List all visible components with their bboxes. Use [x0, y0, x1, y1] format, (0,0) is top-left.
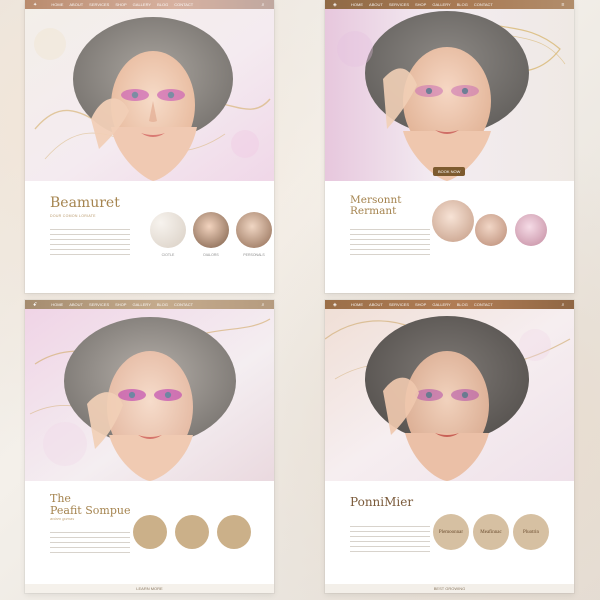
nav-gallery[interactable]: GALLERY: [432, 302, 450, 307]
nav-home[interactable]: HOME: [351, 2, 363, 7]
content-section: Mersonnt Rermant: [325, 181, 574, 293]
nav-shop[interactable]: SHOP: [115, 2, 126, 7]
footer-bar: LEARN MORE: [25, 584, 274, 593]
brand-logo[interactable]: ✦: [33, 2, 37, 8]
text-lines: [350, 522, 430, 556]
nav-about[interactable]: ABOUT: [369, 302, 383, 307]
nav-about[interactable]: ABOUT: [69, 2, 83, 7]
nav-home[interactable]: HOME: [51, 302, 63, 307]
nav-services[interactable]: SERVICES: [389, 302, 409, 307]
service-circle-2[interactable]: [175, 515, 209, 549]
nav-about[interactable]: ABOUT: [69, 302, 83, 307]
feature-circle-2-label: Meafinnac: [480, 529, 502, 535]
nav-home[interactable]: HOME: [351, 302, 363, 307]
text-lines: [350, 225, 430, 259]
nav-home[interactable]: HOME: [51, 2, 63, 7]
top-nav-bar: ꗃ HOME ABOUT SERVICES SHOP GALLERY BLOG …: [25, 300, 274, 309]
nav-gallery[interactable]: GALLERY: [132, 302, 150, 307]
nav-gallery[interactable]: GALLERY: [133, 2, 151, 7]
best-growing-link[interactable]: BEST GROWING: [434, 586, 465, 591]
top-nav-bar: ◈ HOME ABOUT SERVICES SHOP GALLERY BLOG …: [325, 300, 574, 309]
learn-more-link[interactable]: LEARN MORE: [136, 586, 162, 591]
nav-services[interactable]: SERVICES: [89, 2, 109, 7]
brand-logo[interactable]: ꗃ: [33, 302, 37, 308]
content-section: Beamuret DOUR COMON LORIATE CIOTLE DIALO…: [25, 181, 274, 293]
top-nav-bar: ◈ HOME ABOUT SERVICES SHOP GALLERY BLOG …: [325, 0, 574, 9]
hero-image: [325, 309, 574, 481]
product-circle-3[interactable]: [236, 212, 272, 248]
webpage-panel-3: ꗃ HOME ABOUT SERVICES SHOP GALLERY BLOG …: [25, 300, 274, 593]
page-title: PonniMier: [350, 495, 414, 509]
webpage-panel-2: ◈ HOME ABOUT SERVICES SHOP GALLERY BLOG …: [325, 0, 574, 293]
nav-gallery[interactable]: GALLERY: [432, 2, 450, 7]
feature-circle-3-label: Pluotrin: [522, 529, 540, 535]
menu-icon[interactable]: ≡: [560, 2, 566, 8]
feature-circle-1[interactable]: Plemoonnar: [433, 514, 469, 550]
brand-logo[interactable]: ◈: [333, 2, 337, 8]
nav-services[interactable]: SERVICES: [89, 302, 109, 307]
circle-caption-3: PERSONALS: [243, 253, 265, 257]
nav-contact[interactable]: CONTACT: [474, 2, 493, 7]
feature-circle-2[interactable]: Meafinnac: [473, 514, 509, 550]
page-title: The Peafit Sompue: [50, 492, 131, 517]
webpage-panel-1: ✦ HOME ABOUT SERVICES SHOP GALLERY BLOG …: [25, 0, 274, 293]
nav-blog[interactable]: BLOG: [457, 2, 468, 7]
hero-image: [25, 9, 274, 181]
model-circle-2[interactable]: [475, 214, 507, 246]
nav-services[interactable]: SERVICES: [389, 2, 409, 7]
service-circle-1[interactable]: [133, 515, 167, 549]
text-lines: [50, 225, 130, 259]
circle-caption-1: CIOTLE: [161, 253, 175, 257]
model-circle-3[interactable]: [515, 214, 547, 246]
nav-contact[interactable]: CONTACT: [174, 302, 193, 307]
nav-blog[interactable]: BLOG: [157, 302, 168, 307]
search-icon[interactable]: ⌕: [260, 2, 266, 8]
feature-circle-3[interactable]: Pluotrin: [513, 514, 549, 550]
webpage-panel-4: ◈ HOME ABOUT SERVICES SHOP GALLERY BLOG …: [325, 300, 574, 593]
nav-contact[interactable]: CONTACT: [474, 302, 493, 307]
content-section: PonniMier Plemoonnar Meafinnac Pluotrin …: [325, 481, 574, 593]
brand-logo[interactable]: ◈: [333, 302, 337, 308]
model-circle-1[interactable]: [432, 200, 474, 242]
page-subtitle: aniaro gumas: [50, 516, 75, 521]
text-lines: [50, 528, 130, 557]
hero-image: [25, 309, 274, 481]
nav-shop[interactable]: SHOP: [115, 302, 126, 307]
nav-shop[interactable]: SHOP: [415, 2, 426, 7]
page-title: Beamuret: [50, 195, 120, 211]
search-icon[interactable]: ⌕: [560, 302, 566, 308]
nav-blog[interactable]: BLOG: [457, 302, 468, 307]
feature-circle-1-label: Plemoonnar: [438, 529, 464, 535]
product-circle-2[interactable]: [193, 212, 229, 248]
nav-about[interactable]: ABOUT: [369, 2, 383, 7]
service-circle-3[interactable]: [217, 515, 251, 549]
book-now-button[interactable]: BOOK NOW: [433, 167, 466, 176]
page-subtitle: DOUR COMON LORIATE: [50, 214, 96, 218]
product-circle-1[interactable]: [150, 212, 186, 248]
page-title: Mersonnt Rermant: [350, 194, 402, 218]
hero-image: BOOK NOW: [325, 9, 574, 181]
nav-blog[interactable]: BLOG: [157, 2, 168, 7]
nav-shop[interactable]: SHOP: [415, 302, 426, 307]
content-section: The Peafit Sompue aniaro gumas LEARN MOR…: [25, 481, 274, 593]
nav-contact[interactable]: CONTACT: [174, 2, 193, 7]
search-icon[interactable]: ⌕: [260, 302, 266, 308]
circle-caption-2: DIALORS: [203, 253, 219, 257]
footer-bar: BEST GROWING: [325, 584, 574, 593]
top-nav-bar: ✦ HOME ABOUT SERVICES SHOP GALLERY BLOG …: [25, 0, 274, 9]
